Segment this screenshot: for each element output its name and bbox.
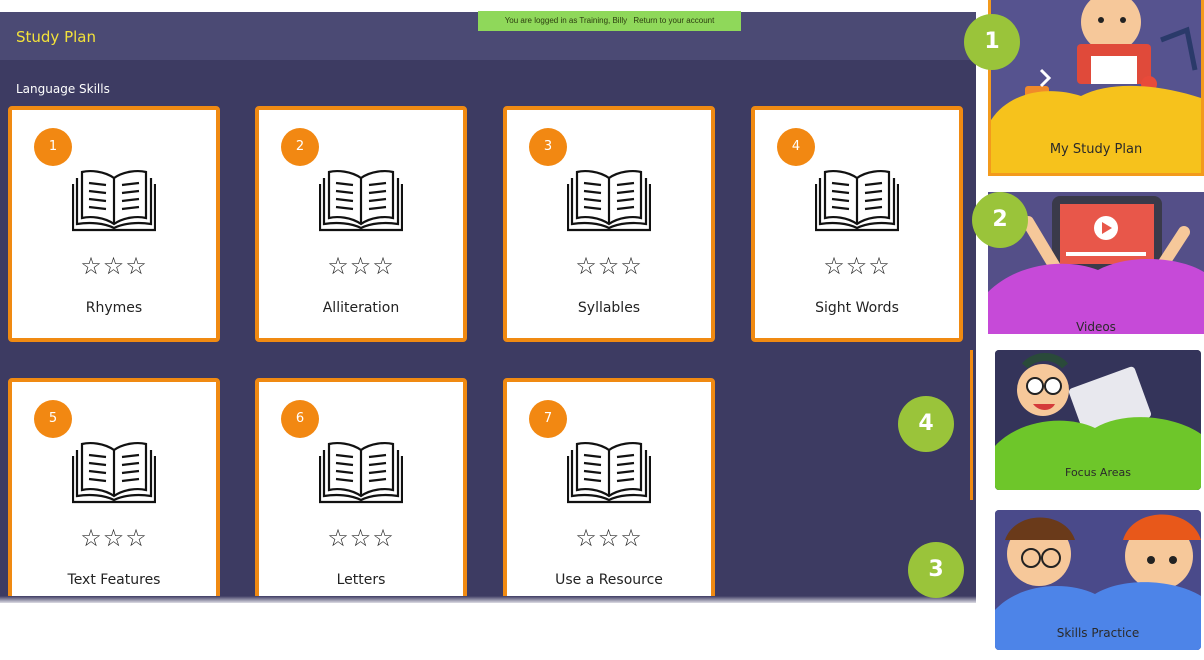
section-label: Language Skills bbox=[16, 82, 110, 96]
card-label: Sight Words bbox=[815, 300, 899, 316]
book-icon bbox=[319, 170, 403, 232]
login-banner: You are logged in as Training, Billy Ret… bbox=[478, 11, 741, 31]
bottom-blank-area bbox=[0, 603, 976, 660]
skill-card-use-a-resource[interactable]: 7 ☆☆☆ Use a Resource bbox=[503, 378, 715, 608]
skill-card-text-features[interactable]: 5 ☆☆☆ Text Features bbox=[8, 378, 220, 608]
sidebar-item-label: Videos bbox=[1076, 320, 1116, 334]
card-label: Text Features bbox=[67, 572, 161, 588]
star-rating: ☆☆☆ bbox=[823, 252, 891, 280]
star-rating: ☆☆☆ bbox=[327, 252, 395, 280]
book-icon bbox=[72, 170, 156, 232]
sidebar-item-my-study-plan[interactable]: My Study Plan bbox=[988, 0, 1204, 176]
star-rating: ☆☆☆ bbox=[327, 524, 395, 552]
star-rating: ☆☆☆ bbox=[80, 252, 148, 280]
sidebar-item-label: Focus Areas bbox=[1065, 466, 1131, 479]
skill-card-letters[interactable]: 6 ☆☆☆ Letters bbox=[255, 378, 467, 608]
sidebar-item-focus-areas[interactable]: Focus Areas bbox=[995, 350, 1201, 490]
skill-card-syllables[interactable]: 3 ☆☆☆ Syllables bbox=[503, 106, 715, 342]
skill-card-alliteration[interactable]: 2 ☆☆☆ Alliteration bbox=[255, 106, 467, 342]
card-number-badge: 2 bbox=[281, 128, 319, 166]
card-number-badge: 1 bbox=[34, 128, 72, 166]
card-label: Alliteration bbox=[322, 300, 400, 316]
return-to-account-link[interactable]: Return to your account bbox=[633, 16, 714, 25]
card-label: Rhymes bbox=[85, 300, 143, 316]
card-label: Syllables bbox=[577, 300, 641, 316]
card-number-badge: 3 bbox=[529, 128, 567, 166]
sidebar-item-label: Skills Practice bbox=[1056, 626, 1140, 640]
card-label: Use a Resource bbox=[555, 572, 663, 588]
active-indicator bbox=[970, 350, 973, 500]
card-number-badge: 5 bbox=[34, 400, 72, 438]
skill-card-rhymes[interactable]: 1 ☆☆☆ Rhymes bbox=[8, 106, 220, 342]
book-icon bbox=[567, 170, 651, 232]
callout-badge: 1 bbox=[964, 14, 1020, 70]
card-number-badge: 6 bbox=[281, 400, 319, 438]
book-icon bbox=[72, 442, 156, 504]
app-root: Study Plan You are logged in as Training… bbox=[0, 0, 1204, 660]
star-rating: ☆☆☆ bbox=[80, 524, 148, 552]
book-icon bbox=[319, 442, 403, 504]
skill-card-sight-words[interactable]: 4 ☆☆☆ Sight Words bbox=[751, 106, 963, 342]
star-rating: ☆☆☆ bbox=[575, 252, 643, 280]
book-icon bbox=[815, 170, 899, 232]
card-label: Letters bbox=[336, 572, 386, 588]
login-message: You are logged in as Training, Billy bbox=[504, 16, 628, 25]
book-icon bbox=[567, 442, 651, 504]
callout-badge: 4 bbox=[898, 396, 954, 452]
card-number-badge: 7 bbox=[529, 400, 567, 438]
card-number-badge: 4 bbox=[777, 128, 815, 166]
sidebar-item-label: My Study Plan bbox=[1049, 142, 1143, 157]
star-rating: ☆☆☆ bbox=[575, 524, 643, 552]
callout-badge: 2 bbox=[972, 192, 1028, 248]
page-title: Study Plan bbox=[16, 28, 96, 46]
sidebar-item-skills-practice[interactable]: Skills Practice bbox=[995, 510, 1201, 650]
callout-badge: 3 bbox=[908, 542, 964, 598]
